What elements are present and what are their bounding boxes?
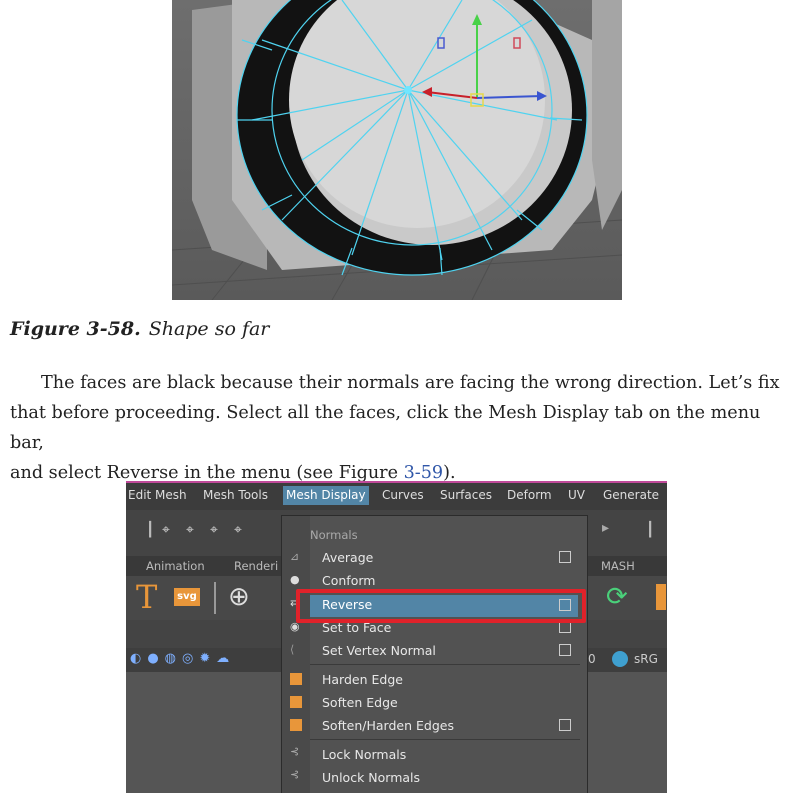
menu-edit-mesh[interactable]: Edit Mesh (128, 488, 187, 502)
mesh-display-dropdown: Normals ⊿ Average ● Conform ⇄ Reverse ◉ … (281, 515, 588, 793)
viewport-shading-icons[interactable]: ◐●◍◎✹☁ (130, 651, 235, 666)
type-tool-icon[interactable]: T (136, 578, 157, 616)
menu-mesh-tools[interactable]: Mesh Tools (203, 488, 268, 502)
menu-item-unlock-normals[interactable]: Unlock Normals (322, 770, 420, 785)
reverse-callout-box (296, 589, 586, 623)
average-normals-icon: ⊿ (290, 550, 300, 563)
maya-screenshot: Edit Mesh Mesh Tools Mesh Display Curves… (126, 481, 667, 793)
menu-item-harden-edge[interactable]: Harden Edge (322, 672, 403, 687)
arrow-icon[interactable]: ▸ (602, 520, 609, 536)
caption-label: Figure 3-58. (10, 318, 141, 340)
figure-3-58-image (172, 0, 622, 300)
menu-section-normals: Normals (310, 528, 358, 542)
caption-text: Shape so far (148, 318, 270, 340)
snap-curve-icon[interactable]: ⌖ (186, 522, 194, 538)
separator-icon-2: ┃ (646, 522, 655, 538)
set-vertex-normal-option-box-icon[interactable] (559, 644, 571, 656)
snap-point-icon[interactable]: ⌖ (210, 522, 218, 538)
snap-view-icon[interactable]: ⌖ (234, 522, 242, 538)
soften-edge-icon (290, 696, 302, 708)
color-space-label[interactable]: sRG (634, 652, 658, 666)
soften-harden-option-box-icon[interactable] (559, 719, 571, 731)
bevel-tool-icon[interactable]: ⊕ (228, 582, 250, 612)
menu-divider-1 (310, 664, 580, 665)
menu-item-conform[interactable]: Conform (322, 573, 375, 588)
set-vertex-normal-icon: ⟨ (290, 643, 295, 656)
menu-item-lock-normals[interactable]: Lock Normals (322, 747, 406, 762)
menu-bar: Edit Mesh Mesh Tools Mesh Display Curves… (126, 483, 667, 510)
snap-grid-icon[interactable]: ⌖ (162, 522, 170, 538)
shelf-tab-rendering[interactable]: Renderi (234, 559, 278, 573)
separator-icon: ┃ (146, 522, 155, 538)
shelf-divider (214, 582, 216, 614)
mash-tool-icon[interactable] (656, 584, 666, 610)
unlock-normals-icon: ⊰ (290, 768, 300, 781)
paragraph-line-3-text: and select Reverse in the menu (see Figu… (10, 463, 404, 483)
conform-icon: ● (290, 573, 300, 586)
menu-divider-2 (310, 739, 580, 740)
menu-generate[interactable]: Generate (603, 488, 659, 502)
mash-network-icon[interactable]: ⟳ (606, 582, 628, 612)
menu-item-soften-edge[interactable]: Soften Edge (322, 695, 398, 710)
lock-normals-icon: ⊰ (290, 745, 300, 758)
menu-item-soften-harden-edges[interactable]: Soften/Harden Edges (322, 718, 454, 733)
figure-caption: Figure 3-58. Shape so far (10, 318, 269, 340)
figure-reference-link[interactable]: 3-59 (404, 463, 444, 483)
paragraph-line-2: that before proceeding. Select all the f… (10, 403, 761, 453)
paragraph-line-3-end: ). (443, 463, 456, 483)
soften-harden-edges-icon (290, 719, 302, 731)
menu-uv[interactable]: UV (568, 488, 585, 502)
svg-tool-icon[interactable]: svg (174, 588, 200, 606)
exposure-value[interactable]: 0 (588, 652, 596, 666)
menu-item-set-vertex-normal[interactable]: Set Vertex Normal (322, 643, 436, 658)
menu-mesh-display[interactable]: Mesh Display (283, 486, 369, 505)
menu-item-average[interactable]: Average (322, 550, 373, 565)
paragraph-line-1: The faces are black because their normal… (41, 373, 780, 393)
harden-edge-icon (290, 673, 302, 685)
color-management-icon[interactable] (612, 651, 628, 667)
shelf-tab-mash[interactable]: MASH (601, 559, 635, 573)
shelf-tab-animation[interactable]: Animation (146, 559, 205, 573)
menu-curves[interactable]: Curves (382, 488, 424, 502)
menu-deform[interactable]: Deform (507, 488, 552, 502)
body-paragraph: The faces are black because their normal… (10, 368, 795, 488)
average-option-box-icon[interactable] (559, 551, 571, 563)
menu-surfaces[interactable]: Surfaces (440, 488, 492, 502)
